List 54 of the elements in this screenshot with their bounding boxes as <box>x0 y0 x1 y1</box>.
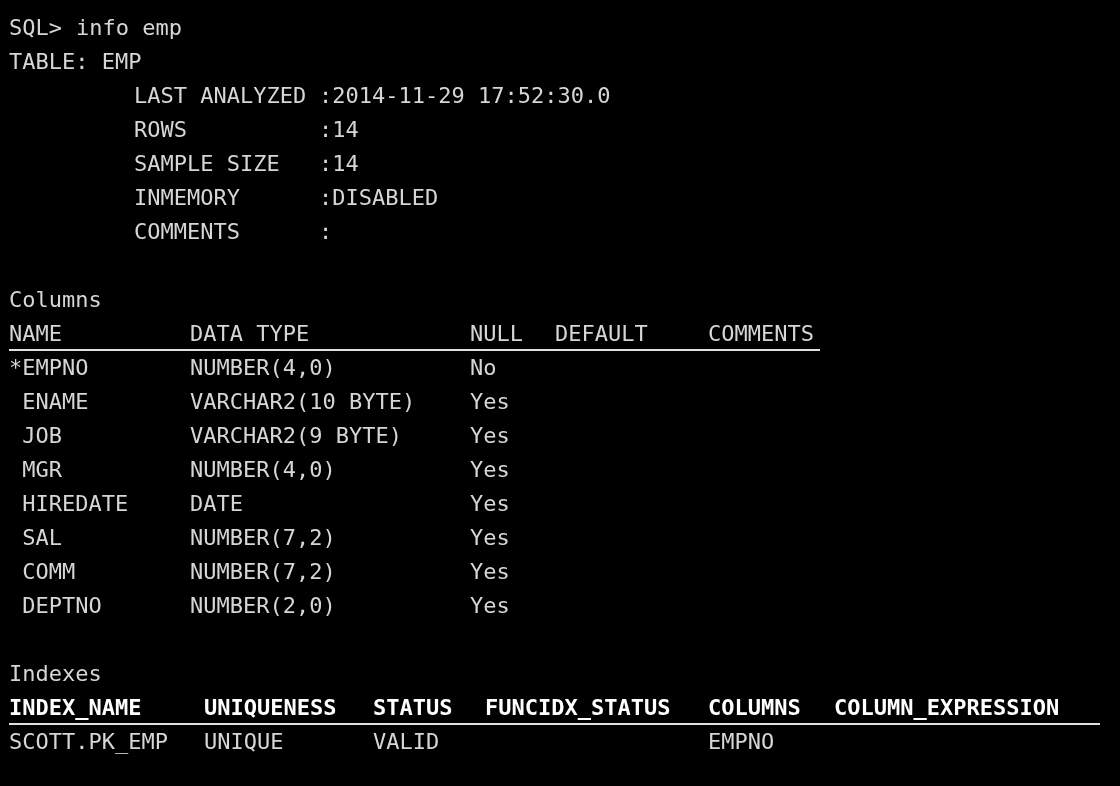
column-header: NULL <box>470 320 524 348</box>
table-cell-text: SAL <box>21 524 63 552</box>
table-cell-text: Yes <box>470 490 511 518</box>
info-value: :14 <box>319 150 359 178</box>
info-label: SAMPLE SIZE <box>134 150 281 178</box>
table-cell-text: *EMPNO <box>9 354 90 382</box>
table-cell-text: Yes <box>470 558 511 586</box>
table-cell-text: Yes <box>470 422 511 450</box>
prompt: SQL> <box>9 14 62 42</box>
info-value: :DISABLED <box>319 184 439 212</box>
table-cell-text: NUMBER(7,2) <box>190 524 337 552</box>
table-cell-text: Yes <box>470 524 511 552</box>
table-cell-text: VARCHAR2(9 BYTE) <box>190 422 403 450</box>
column-header: DEFAULT <box>555 320 649 348</box>
info-value: :14 <box>319 116 359 144</box>
table-cell-text: NUMBER(2,0) <box>190 592 337 620</box>
info-value: : <box>319 218 333 246</box>
table-cell-text: HIREDATE <box>21 490 130 518</box>
column-header: STATUS <box>373 694 454 722</box>
table-cell-text: VALID <box>373 728 441 756</box>
info-value: :2014-11-29 17:52:30.0 <box>319 82 611 110</box>
table-cell-text: SCOTT.PK_EMP <box>9 728 169 756</box>
column-header: UNIQUENESS <box>204 694 338 722</box>
column-header: INDEX_NAME <box>9 694 143 722</box>
table-cell-text: Yes <box>470 456 511 484</box>
column-header: COLUMN_EXPRESSION <box>834 694 1060 722</box>
table-cell-text: NUMBER(7,2) <box>190 558 337 586</box>
table-cell-text: COMM <box>21 558 77 586</box>
table-cell-text: JOB <box>21 422 63 450</box>
table-cell-text: MGR <box>21 456 63 484</box>
info-label: COMMENTS <box>134 218 241 246</box>
table-cell-text: VARCHAR2(10 BYTE) <box>190 388 417 416</box>
table-cell-text: No <box>470 354 498 382</box>
table-cell-text: DEPTNO <box>21 592 103 620</box>
info-label: LAST ANALYZED <box>134 82 308 110</box>
table-cell-text: EMPNO <box>708 728 776 756</box>
table-cell-text: ENAME <box>21 388 90 416</box>
section-title: Indexes <box>9 660 102 688</box>
table-cell-text: NUMBER(4,0) <box>190 456 337 484</box>
info-label: ROWS <box>134 116 188 144</box>
column-header: COMMENTS <box>708 320 814 348</box>
table-cell-text: DATE <box>190 490 244 518</box>
column-header: DATA TYPE <box>190 320 311 348</box>
info-label: INMEMORY <box>134 184 241 212</box>
column-header: FUNCIDX_STATUS <box>485 694 672 722</box>
table-cell-text: Yes <box>470 388 511 416</box>
table-cell-text: NUMBER(4,0) <box>190 354 337 382</box>
section-title: Columns <box>9 286 102 314</box>
column-header: NAME <box>9 320 63 348</box>
table-cell-text: UNIQUE <box>204 728 285 756</box>
table-cell-text: Yes <box>470 592 511 620</box>
column-header: COLUMNS <box>708 694 802 722</box>
table-line: TABLE: EMP <box>9 48 142 76</box>
command-text: info emp <box>76 14 182 42</box>
